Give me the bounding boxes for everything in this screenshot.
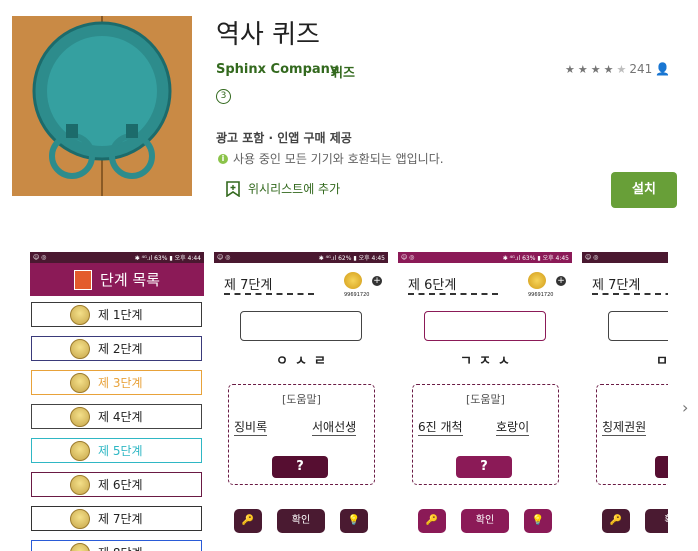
screenshot-1[interactable]: ☺ ◎ ✱ ⁴ᴳ.ıl 63% ▮ 오후 4:44 단계 목록 제 1단계제 2… <box>30 252 204 551</box>
consonant-hint: ㄱㅈㅅ <box>460 354 517 369</box>
star-icon: ★ <box>565 62 575 76</box>
medal-icon <box>70 406 90 427</box>
question-button: ? <box>655 456 668 478</box>
confirm-button: 확인 <box>277 509 325 533</box>
star-icon: ★ <box>590 62 601 76</box>
stage-title: 제 6단계 <box>408 278 457 293</box>
screenshot-4[interactable]: ☺ ◎ 제 7단계 ㅁ [도 칭제권원 ? 🔑 확 <box>582 252 668 551</box>
medal-icon <box>70 338 90 359</box>
coin-stack-icon <box>344 272 362 289</box>
screenshot-3[interactable]: ☺ ◎ ✱ ⁴ᴳ.ıl 63% ▮ 오후 4:45 제 6단계 + 996917… <box>398 252 572 551</box>
coin-stack-icon <box>528 272 546 289</box>
stage-item[interactable]: 제 5단계 <box>31 438 202 463</box>
stage-label: 제 6단계 <box>98 478 143 492</box>
answer-input <box>608 311 668 341</box>
stage-icon <box>74 269 93 290</box>
stage-label: 제 7단계 <box>98 512 143 526</box>
medal-icon <box>70 508 90 529</box>
hint-box: [도 칭제권원 ? <box>596 384 668 485</box>
stage-item[interactable]: 제 4단계 <box>31 404 202 429</box>
stage-label: 제 1단계 <box>98 308 143 322</box>
medal-icon <box>70 440 90 461</box>
stage-list-title: 단계 목록 <box>100 271 160 289</box>
status-bar: ☺ ◎ <box>582 252 668 263</box>
key-icon: 🔑 <box>418 509 446 533</box>
confirm-button: 확 <box>645 509 668 533</box>
hint-1: 징비록 <box>234 420 268 436</box>
hint-1: 6진 개척 <box>418 420 463 436</box>
lightbulb-icon: 💡 <box>524 509 552 533</box>
medal-icon <box>70 372 90 393</box>
answer-dashes <box>224 293 314 298</box>
plus-icon: + <box>372 276 382 286</box>
rating[interactable]: ★ ★ ★ ★ ★ 241 👤 <box>565 62 670 76</box>
stage-label: 제 8단계 <box>98 544 143 551</box>
question-button: ? <box>272 456 328 478</box>
age-rating-badge: 3 <box>216 89 231 104</box>
stage-label: 제 5단계 <box>98 444 143 458</box>
consonant-hint: ㅁ <box>656 350 668 369</box>
stage-item[interactable]: 제 1단계 <box>31 302 202 327</box>
stage-item[interactable]: 제 2단계 <box>31 336 202 361</box>
answer-dashes <box>592 293 668 298</box>
person-icon: 👤 <box>655 62 671 76</box>
bookmark-add-icon <box>226 180 240 197</box>
stage-title: 제 7단계 <box>592 278 641 293</box>
coin-count: 99691720 <box>528 292 554 298</box>
hint-2: 호랑이 <box>496 420 530 436</box>
answer-input <box>240 311 362 341</box>
confirm-button: 확인 <box>461 509 509 533</box>
star-icon: ★ <box>603 62 614 76</box>
answer-dashes <box>408 293 498 298</box>
developer-link[interactable]: Sphinx Company <box>216 62 338 77</box>
screenshot-2[interactable]: ☺ ◎ ✱ ⁴ᴳ.ıl 62% ▮ 오후 4:45 제 7단계 + 996917… <box>214 252 388 551</box>
stage-item[interactable]: 제 3단계 <box>31 370 202 395</box>
ads-notice: 광고 포함 · 인앱 구매 제공 <box>216 131 352 145</box>
lightbulb-icon: 💡 <box>340 509 368 533</box>
rating-count: 241 <box>629 62 653 76</box>
status-bar: ☺ ◎ ✱ ⁴ᴳ.ıl 63% ▮ 오후 4:44 <box>30 252 204 263</box>
wishlist-button[interactable]: 위시리스트에 추가 <box>226 180 340 197</box>
coin-count: 99691720 <box>344 292 370 298</box>
app-icon <box>12 16 192 196</box>
install-button[interactable]: 설치 <box>611 172 677 208</box>
hint-box: [도움말] 징비록 서애선생 ? <box>228 384 375 485</box>
medal-icon <box>70 542 90 551</box>
stage-item[interactable]: 제 8단계 <box>31 540 202 551</box>
stage-label: 제 3단계 <box>98 376 143 390</box>
status-bar: ☺ ◎ ✱ ⁴ᴳ.ıl 63% ▮ 오후 4:45 <box>398 252 572 263</box>
info-icon: i <box>218 153 228 164</box>
stage-list-header: 단계 목록 <box>30 263 204 296</box>
question-button: ? <box>456 456 512 478</box>
door-ring-icon <box>12 16 192 196</box>
stage-item[interactable]: 제 7단계 <box>31 506 202 531</box>
chevron-right-icon[interactable]: › <box>682 398 688 417</box>
key-icon: 🔑 <box>602 509 630 533</box>
stage-label: 제 2단계 <box>98 342 143 356</box>
key-icon: 🔑 <box>234 509 262 533</box>
star-half-icon: ★ <box>616 62 627 76</box>
category-link[interactable]: 퀴즈 <box>331 62 355 81</box>
app-title: 역사 퀴즈 <box>216 20 320 50</box>
wishlist-label: 위시리스트에 추가 <box>248 182 341 196</box>
stage-label: 제 4단계 <box>98 410 143 424</box>
compat-text: 사용 중인 모든 기기와 호환되는 앱입니다. <box>233 152 444 166</box>
answer-input <box>424 311 546 341</box>
medal-icon <box>70 474 90 495</box>
plus-icon: + <box>556 276 566 286</box>
status-bar: ☺ ◎ ✱ ⁴ᴳ.ıl 62% ▮ 오후 4:45 <box>214 252 388 263</box>
stage-title: 제 7단계 <box>224 278 273 293</box>
hint-2: 서애선생 <box>312 420 357 436</box>
star-icon: ★ <box>577 62 588 76</box>
medal-icon <box>70 304 90 325</box>
compat-notice: i 사용 중인 모든 기기와 호환되는 앱입니다. <box>218 150 444 167</box>
hint-box: [도움말] 6진 개척 호랑이 ? <box>412 384 559 485</box>
consonant-hint: ㅇㅅㄹ <box>276 354 333 369</box>
stage-item[interactable]: 제 6단계 <box>31 472 202 497</box>
hint-1: 칭제권원 <box>602 420 647 436</box>
